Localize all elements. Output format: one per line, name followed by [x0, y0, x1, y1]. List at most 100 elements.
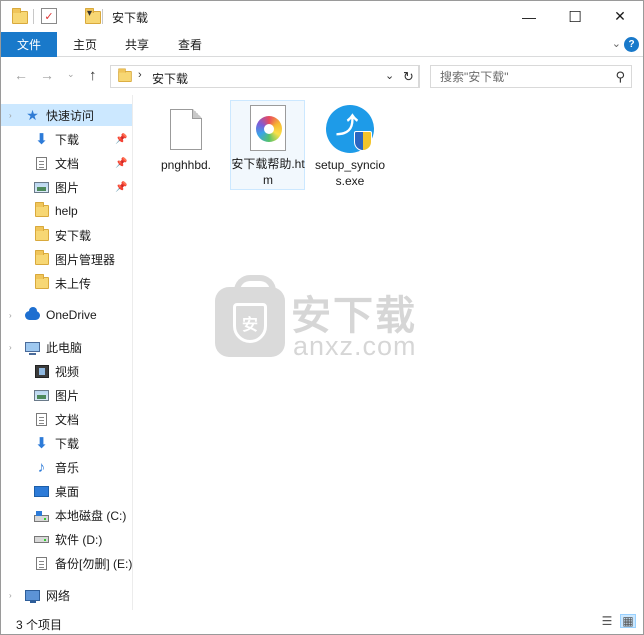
file-name: pnghhbd. — [160, 158, 212, 172]
nav-item-desktop[interactable]: 桌面 — [1, 480, 132, 502]
tab-view[interactable]: 查看 — [163, 32, 217, 57]
nav-label: 图片 — [55, 180, 80, 195]
nav-label: 备份[勿删] (E:) — [55, 556, 132, 571]
star-icon: ★ — [26, 106, 39, 123]
expand-ribbon-icon[interactable]: ⌄ — [612, 37, 621, 50]
nav-quick-access[interactable]: › ★ 快速访问 — [1, 104, 132, 126]
nav-item-pc-downloads[interactable]: ⬇ 下载 — [1, 432, 132, 454]
nav-item-image-manager[interactable]: 图片管理器 — [1, 248, 132, 270]
tab-share[interactable]: 共享 — [111, 32, 163, 57]
folder-icon — [34, 226, 49, 242]
help-icon[interactable]: ? — [624, 37, 639, 52]
nav-item-videos[interactable]: 视频 — [1, 360, 132, 382]
search-input[interactable] — [431, 66, 606, 87]
watermark-badge: 安 — [233, 303, 267, 343]
separator — [33, 9, 34, 24]
nav-item-anxz[interactable]: 安下载 — [1, 224, 132, 246]
nav-label: 软件 (D:) — [55, 532, 103, 547]
picture-icon — [34, 180, 49, 194]
back-arrow-icon[interactable]: ← — [14, 67, 28, 83]
download-arrow-icon: ⬇ — [35, 131, 48, 148]
file-name: setup_syncios.exe — [314, 158, 386, 188]
breadcrumb-separator[interactable]: › — [138, 69, 142, 81]
nav-label: 网络 — [46, 588, 71, 603]
tab-home[interactable]: 主页 — [59, 32, 111, 57]
drive-icon — [34, 510, 49, 525]
video-icon — [34, 364, 49, 378]
folder-icon — [34, 274, 49, 290]
nav-item-pc-pictures[interactable]: 图片 — [1, 384, 132, 406]
folder-icon — [118, 68, 132, 83]
nav-label: 下载 — [55, 436, 80, 451]
nav-label: help — [55, 204, 78, 218]
nav-label: OneDrive — [46, 308, 97, 322]
nav-item-music[interactable]: ♪ 音乐 — [1, 456, 132, 478]
nav-this-pc[interactable]: › 此电脑 — [1, 336, 132, 358]
nav-onedrive[interactable]: › OneDrive — [1, 304, 132, 326]
nav-label: 视频 — [55, 364, 80, 379]
address-bar[interactable]: › 安下载 ⌄ — [110, 65, 419, 88]
breadcrumb[interactable]: 安下载 — [152, 70, 188, 87]
file-item[interactable]: ⤴ setup_syncios.exe — [313, 101, 387, 189]
search-icon[interactable]: ⚲ — [615, 69, 625, 85]
tab-file[interactable]: 文件 — [1, 32, 57, 57]
file-item[interactable]: 安下载帮助.htm — [230, 100, 305, 190]
nav-item-pc-documents[interactable]: 文档 — [1, 408, 132, 430]
blank-file-icon — [170, 109, 202, 150]
status-bar: 3 个项目 ☰ ▦ — [1, 610, 643, 634]
expand-arrow-icon[interactable]: › — [9, 111, 12, 120]
nav-item-pictures[interactable]: 图片 📌 — [1, 176, 132, 198]
pin-icon[interactable]: 📌 — [115, 134, 127, 145]
recent-locations-icon[interactable]: ⌄ — [67, 69, 75, 80]
nav-item-downloads[interactable]: ⬇ 下载 📌 — [1, 128, 132, 150]
nav-item-drive-c[interactable]: 本地磁盘 (C:) — [1, 504, 132, 526]
maximize-button[interactable]: ☐ — [552, 1, 598, 32]
syncios-app-icon: ⤴ — [326, 105, 374, 153]
nav-label: 文档 — [55, 156, 80, 171]
details-view-icon[interactable]: ☰ — [599, 614, 615, 628]
pin-icon[interactable]: 📌 — [115, 182, 127, 193]
expand-arrow-icon[interactable]: › — [9, 311, 12, 320]
file-name: 安下载帮助.htm — [231, 157, 305, 187]
ribbon: 文件 主页 共享 查看 ⌄ ? — [1, 32, 643, 57]
up-arrow-icon[interactable]: ↑ — [89, 67, 97, 84]
explorer-window: ✓ ▾ 安下载 — ☐ ✕ 文件 主页 共享 查看 ⌄ ? ← → ⌄ ↑ › … — [0, 0, 644, 635]
document-icon — [34, 156, 49, 170]
item-count: 3 个项目 — [16, 618, 63, 632]
nav-label: 本地磁盘 (C:) — [55, 508, 127, 523]
desktop-icon — [34, 484, 49, 498]
nav-network[interactable]: › 网络 — [1, 584, 132, 606]
forward-arrow-icon[interactable]: → — [40, 67, 54, 83]
expand-arrow-icon[interactable]: › — [9, 591, 12, 600]
watermark-domain: anxz.com — [293, 331, 417, 361]
separator — [102, 9, 103, 24]
chevron-down-icon[interactable]: ⌄ — [385, 69, 394, 82]
properties-icon[interactable]: ✓ — [41, 8, 57, 24]
watermark-bag-icon: 安 — [215, 275, 285, 357]
nav-item-drive-d[interactable]: 软件 (D:) — [1, 528, 132, 550]
drive-icon — [34, 532, 49, 546]
refresh-icon[interactable]: ↻ — [398, 65, 420, 88]
nav-item-drive-e[interactable]: 备份[勿删] (E:) — [1, 552, 132, 574]
close-button[interactable]: ✕ — [597, 1, 643, 32]
address-row: ← → ⌄ ↑ › 安下载 ⌄ ↻ ⚲ — [1, 58, 643, 95]
nav-label: 下载 — [55, 132, 80, 147]
minimize-button[interactable]: — — [506, 1, 552, 32]
cloud-icon — [25, 306, 40, 322]
customize-toolbar-icon[interactable]: ▾ — [87, 8, 92, 26]
expand-arrow-icon[interactable]: › — [9, 343, 12, 352]
file-item[interactable]: pnghhbd. — [149, 101, 223, 189]
search-box[interactable]: ⚲ — [430, 65, 632, 88]
nav-label: 图片管理器 — [55, 252, 116, 267]
nav-item-not-uploaded[interactable]: 未上传 — [1, 272, 132, 294]
window-title: 安下载 — [112, 11, 149, 25]
nav-label: 文档 — [55, 412, 80, 427]
large-icons-view-icon[interactable]: ▦ — [620, 614, 636, 628]
nav-label: 桌面 — [55, 484, 80, 499]
nav-item-help[interactable]: help — [1, 200, 132, 222]
pin-icon[interactable]: 📌 — [115, 158, 127, 169]
nav-item-documents[interactable]: 文档 📌 — [1, 152, 132, 174]
nav-label: 图片 — [55, 388, 80, 403]
folder-icon — [34, 250, 49, 266]
nav-label: 此电脑 — [46, 340, 83, 355]
